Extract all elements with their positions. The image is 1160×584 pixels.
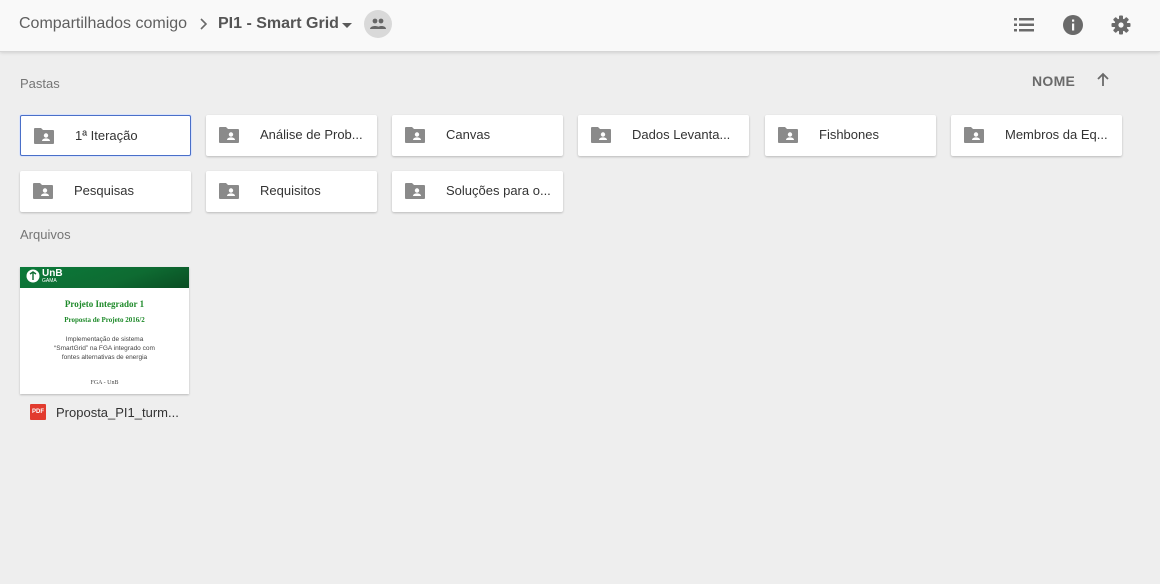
folder-name: Fishbones — [819, 127, 879, 142]
shared-folder-icon — [219, 183, 239, 199]
folder-name: Requisitos — [260, 183, 321, 198]
unb-logo-icon — [26, 269, 40, 283]
info-icon[interactable] — [1060, 12, 1086, 38]
folder-name: Dados Levanta... — [632, 127, 731, 142]
shared-folder-icon — [405, 127, 425, 143]
file-name: Proposta_PI1_turm... — [56, 405, 179, 420]
folder-item[interactable]: Fishbones — [765, 115, 936, 156]
thumb-body-line: Implementação de sistema — [65, 336, 144, 343]
folder-item[interactable]: Requisitos — [206, 171, 377, 212]
arrow-up-icon[interactable] — [1094, 71, 1112, 89]
thumb-subtitle: Proposta de Projeto 2016/2 — [64, 316, 145, 324]
thumb-title: Projeto Integrador 1 — [64, 299, 145, 309]
breadcrumb-root[interactable]: Compartilhados comigo — [19, 15, 187, 33]
folder-item[interactable]: Pesquisas — [20, 171, 191, 212]
shared-folder-icon — [34, 128, 54, 144]
shared-folder-icon — [778, 127, 798, 143]
folder-name: Pesquisas — [74, 183, 134, 198]
folder-item[interactable]: 1ª Iteração — [20, 115, 191, 156]
folder-name: Soluções para o... — [446, 183, 551, 198]
folder-name: 1ª Iteração — [75, 128, 138, 143]
folder-item[interactable]: Membros da Eq... — [951, 115, 1122, 156]
unb-logo-subtext: GAMA — [42, 278, 57, 284]
folders-section-label: Pastas — [20, 76, 60, 91]
file-name-row[interactable]: PDF Proposta_PI1_turm... — [30, 403, 190, 421]
top-bar: Compartilhados comigo PI1 - Smart Grid — [0, 0, 1160, 52]
shared-folder-icon — [33, 183, 53, 199]
folder-name: Membros da Eq... — [1005, 127, 1108, 142]
list-view-icon[interactable] — [1011, 12, 1037, 38]
files-section-label: Arquivos — [20, 227, 71, 242]
folder-item[interactable]: Dados Levanta... — [578, 115, 749, 156]
settings-gear-icon[interactable] — [1108, 12, 1134, 38]
thumb-body-line: “SmartGrid” na FGA integrado com — [54, 345, 155, 352]
shared-folder-icon — [219, 127, 239, 143]
folder-name: Canvas — [446, 127, 491, 142]
dropdown-arrow-icon[interactable] — [340, 18, 354, 32]
folder-item[interactable]: Canvas — [392, 115, 563, 156]
unb-banner: UnB GAMA — [20, 267, 189, 288]
folder-name: Análise de Prob... — [260, 127, 363, 142]
chevron-right-icon — [200, 18, 208, 30]
sort-by-name-button[interactable]: NOME — [1032, 73, 1075, 89]
pdf-icon-label: PDF — [32, 409, 44, 415]
thumb-body-line: fontes alternativas de energia — [61, 354, 148, 361]
pdf-icon: PDF — [30, 404, 46, 420]
shared-folder-icon — [405, 183, 425, 199]
thumb-footer: FGA - UnB — [90, 380, 119, 386]
shared-folder-icon — [964, 127, 984, 143]
shared-folder-icon — [591, 127, 611, 143]
shared-people-icon[interactable] — [364, 10, 392, 38]
file-thumbnail-card[interactable]: UnB GAMA Projeto Integrador 1 Proposta d… — [20, 267, 189, 394]
folder-item[interactable]: Análise de Prob... — [206, 115, 377, 156]
breadcrumb-current[interactable]: PI1 - Smart Grid — [218, 15, 339, 33]
folder-item[interactable]: Soluções para o... — [392, 171, 563, 212]
